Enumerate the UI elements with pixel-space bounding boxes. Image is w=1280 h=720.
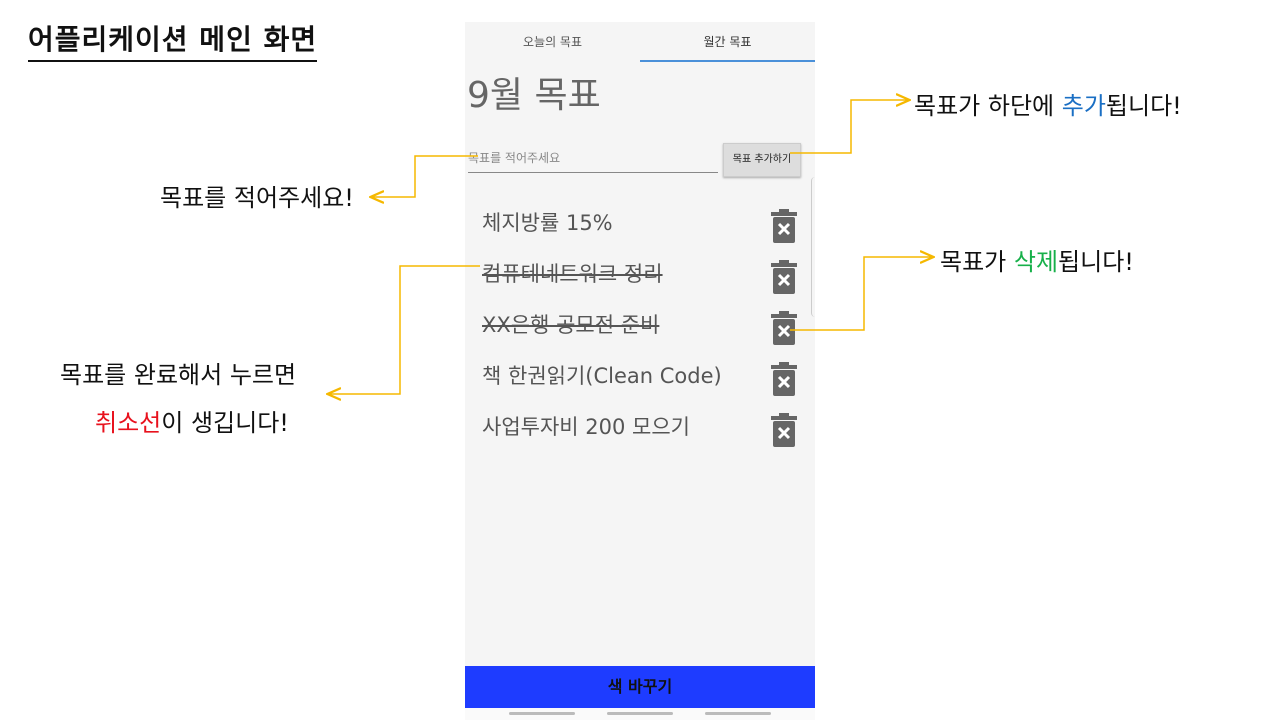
- goal-input[interactable]: [468, 144, 718, 173]
- annotation-complete-line1: 목표를 완료해서 누르면: [60, 361, 297, 389]
- month-title: 9월 목표: [467, 75, 601, 116]
- app-screen: 오늘의 목표 월간 목표 9월 목표 목표 추가하기 체지방률 15% 컴퓨테네…: [465, 22, 815, 720]
- trash-icon[interactable]: [770, 413, 798, 447]
- annotation-text: 목표가: [940, 248, 1014, 276]
- tab-monthly-goal[interactable]: 월간 목표: [640, 22, 815, 62]
- annotation-highlight: 삭제: [1013, 248, 1059, 276]
- annotation-text: 됩니다!: [1058, 248, 1134, 276]
- annotation-text: 됩니다!: [1105, 92, 1182, 120]
- slide-title: 어플리케이션 메인 화면: [28, 18, 318, 62]
- annotation-write-goal: 목표를 적어주세요!: [160, 184, 354, 212]
- system-nav-bar: [465, 708, 815, 720]
- tab-today-goal[interactable]: 오늘의 목표: [465, 22, 640, 62]
- annotation-highlight: 취소선: [95, 409, 162, 437]
- goal-row: XX은행 공모전 준비: [465, 299, 815, 349]
- goal-row: 체지방률 15%: [465, 197, 815, 247]
- goal-row: 사업투자비 200 모으기: [465, 401, 815, 451]
- tab-active-indicator: [640, 60, 815, 62]
- add-goal-button[interactable]: 목표 추가하기: [723, 143, 801, 177]
- goal-text[interactable]: 사업투자비 200 모으기: [482, 411, 690, 441]
- nav-home-handle[interactable]: [607, 712, 673, 715]
- annotation-text: 목표가 하단에: [914, 92, 1062, 120]
- trash-icon[interactable]: [770, 260, 798, 294]
- annotation-text: 이 생깁니다!: [161, 409, 289, 437]
- goal-row: 책 한권읽기(Clean Code): [465, 350, 815, 400]
- nav-recent-handle[interactable]: [509, 712, 575, 715]
- change-color-button[interactable]: 색 바꾸기: [465, 666, 815, 708]
- trash-icon[interactable]: [770, 362, 798, 396]
- trash-icon[interactable]: [770, 209, 798, 243]
- goal-text-completed[interactable]: 컴퓨테네트워크 정리: [482, 258, 663, 288]
- goal-text[interactable]: 체지방률 15%: [482, 207, 613, 237]
- annotation-add-goal: 목표가 하단에 추가됩니다!: [914, 86, 1182, 121]
- goal-text[interactable]: 책 한권읽기(Clean Code): [482, 360, 722, 390]
- annotation-delete-goal: 목표가 삭제됩니다!: [940, 242, 1134, 277]
- annotation-highlight: 추가: [1061, 92, 1106, 120]
- tab-bar: 오늘의 목표 월간 목표: [465, 22, 815, 62]
- annotation-complete-line2: 취소선이 생깁니다!: [95, 403, 289, 438]
- nav-back-handle[interactable]: [705, 712, 771, 715]
- trash-icon[interactable]: [770, 311, 798, 345]
- goal-text-completed[interactable]: XX은행 공모전 준비: [482, 309, 659, 339]
- goal-row: 컴퓨테네트워크 정리: [465, 248, 815, 298]
